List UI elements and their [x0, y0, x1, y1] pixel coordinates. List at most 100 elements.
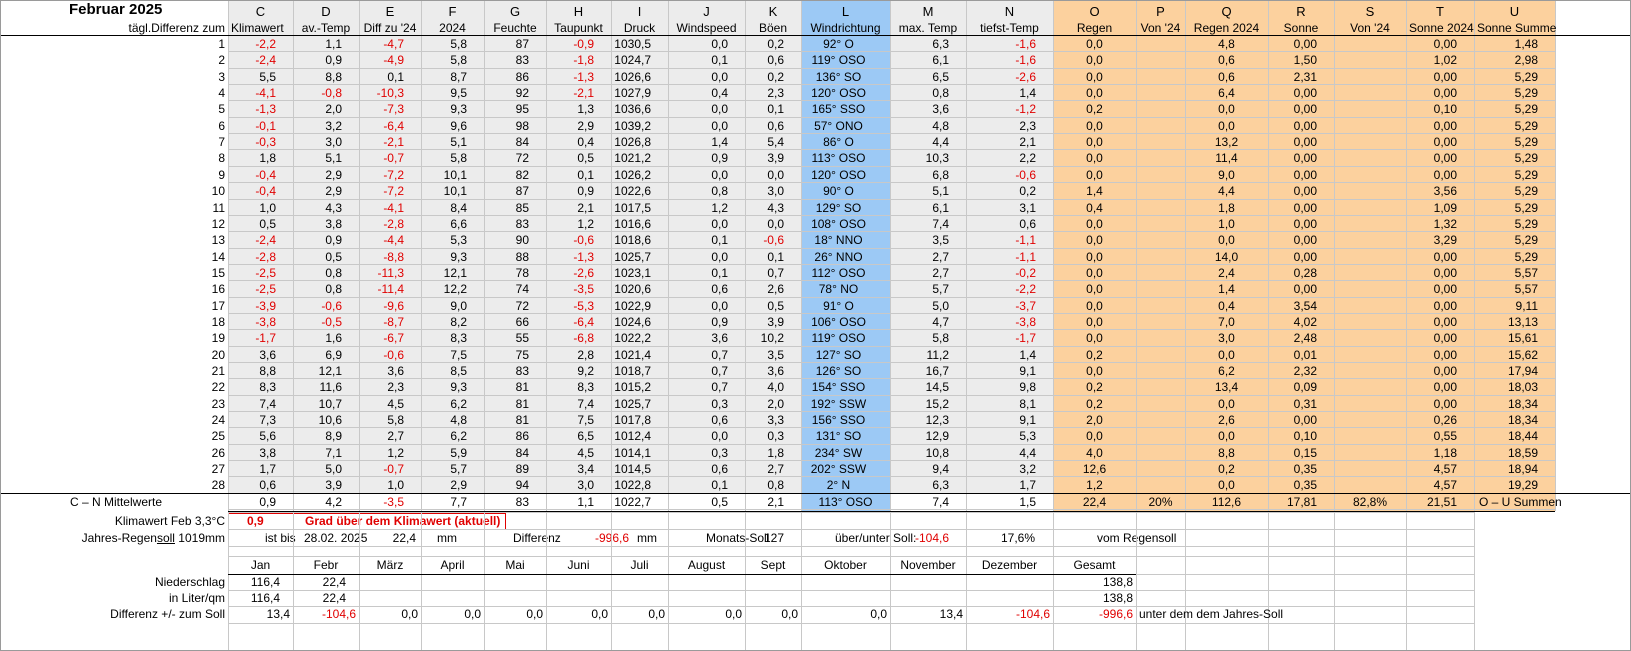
table-cell[interactable]: 3,5 [890, 232, 952, 249]
table-cell[interactable]: -10,3 [359, 85, 407, 102]
table-cell[interactable]: 234° SW [801, 445, 876, 462]
table-cell[interactable]: 0,3 [668, 396, 731, 413]
table-cell[interactable]: 2,3 [745, 85, 787, 102]
table-cell[interactable]: 2,7 [359, 428, 407, 445]
table-cell[interactable]: 1024,6 [611, 314, 654, 331]
table-cell[interactable]: 0,0 [1053, 232, 1136, 249]
table-cell[interactable]: 0,4 [1185, 298, 1268, 315]
table-cell[interactable]: -1,1 [966, 232, 1039, 249]
table-cell[interactable]: 0,00 [1268, 232, 1320, 249]
table-cell[interactable]: 2,98 [1474, 52, 1541, 69]
table-cell[interactable]: 3,0 [745, 183, 787, 200]
table-cell[interactable]: 6,1 [890, 52, 952, 69]
table-cell[interactable]: 8,7 [421, 69, 470, 86]
table-cell[interactable]: 5,1 [890, 183, 952, 200]
table-cell[interactable]: 3,0 [546, 477, 597, 494]
column-letter-L[interactable]: L [801, 3, 890, 20]
table-cell[interactable]: 5,3 [966, 428, 1039, 445]
table-cell[interactable]: 7,3 [228, 412, 279, 429]
vom-regensoll[interactable]: vom Regensoll [1094, 530, 1214, 547]
column-header-10[interactable]: Windrichtung [801, 20, 890, 37]
table-cell[interactable]: 0,5 [293, 249, 345, 266]
table-cell[interactable]: 0,2 [1053, 347, 1136, 364]
table-cell[interactable]: 2,3 [359, 379, 407, 396]
table-cell[interactable]: -1,3 [546, 69, 597, 86]
table-cell[interactable]: 0,0 [1053, 314, 1136, 331]
table-cell[interactable]: 0,28 [1268, 265, 1320, 282]
table-cell[interactable] [1136, 330, 1171, 347]
table-cell[interactable]: 0,7 [668, 379, 731, 396]
table-cell[interactable]: -7,2 [359, 183, 407, 200]
table-cell[interactable]: -2,5 [228, 265, 279, 282]
klima-text[interactable]: Grad über dem Klimawert (aktuell) [302, 513, 562, 530]
table-cell[interactable]: 1026,2 [611, 167, 654, 184]
summary-cell[interactable]: 20% [1136, 494, 1185, 511]
table-cell[interactable]: 4,0 [745, 379, 787, 396]
table-cell[interactable]: 0,6 [1185, 69, 1268, 86]
table-cell[interactable]: 0,6 [966, 216, 1039, 233]
table-cell[interactable]: 1014,1 [611, 445, 654, 462]
day-number[interactable]: 8 [0, 150, 228, 167]
klima-label[interactable]: Klimawert Feb 3,3°C [0, 513, 228, 530]
month-header[interactable]: Oktober [801, 557, 890, 574]
table-cell[interactable]: 90 [484, 232, 532, 249]
table-cell[interactable]: 0,26 [1406, 412, 1460, 429]
table-cell[interactable] [1136, 445, 1171, 462]
table-cell[interactable]: 0,0 [1053, 118, 1136, 135]
table-cell[interactable]: 2,0 [745, 396, 787, 413]
table-cell[interactable]: 1017,5 [611, 200, 654, 217]
day-number[interactable]: 24 [0, 412, 228, 429]
niederschlag-cell[interactable] [421, 574, 474, 591]
klima-value[interactable]: 0,9 [244, 513, 304, 530]
table-cell[interactable]: 78 [484, 265, 532, 282]
table-cell[interactable]: 0,35 [1268, 461, 1320, 478]
sheet-title[interactable]: Februar 2025 [66, 0, 226, 20]
table-cell[interactable]: 0,0 [1053, 281, 1136, 298]
table-cell[interactable]: 0,4 [546, 134, 597, 151]
table-cell[interactable]: 0,0 [1185, 101, 1268, 118]
day-number[interactable]: 13 [0, 232, 228, 249]
table-cell[interactable]: 3,6 [228, 347, 279, 364]
month-header[interactable]: Febr [293, 557, 359, 574]
table-cell[interactable]: 0,00 [1268, 281, 1320, 298]
day-number[interactable]: 6 [0, 118, 228, 135]
table-cell[interactable]: 0,8 [293, 281, 345, 298]
column-header-11[interactable]: max. Temp [890, 20, 966, 37]
day-number[interactable]: 10 [0, 183, 228, 200]
column-header-5[interactable]: Feuchte [484, 20, 546, 37]
table-cell[interactable]: 7,0 [1185, 314, 1268, 331]
table-cell[interactable]: 2,9 [421, 477, 470, 494]
month-header[interactable]: Mai [484, 557, 546, 574]
table-cell[interactable]: 10,8 [890, 445, 952, 462]
table-cell[interactable]: 84 [484, 445, 532, 462]
table-cell[interactable] [1334, 167, 1392, 184]
table-cell[interactable]: 0,00 [1406, 150, 1460, 167]
table-cell[interactable]: 12,1 [293, 363, 345, 380]
table-cell[interactable]: 0,9 [293, 52, 345, 69]
table-cell[interactable] [1136, 232, 1171, 249]
summary-cell[interactable]: -3,5 [359, 494, 407, 511]
table-cell[interactable] [1334, 232, 1392, 249]
table-cell[interactable]: 1022,6 [611, 183, 654, 200]
table-cell[interactable]: 2,0 [293, 101, 345, 118]
table-cell[interactable]: 0,0 [745, 167, 787, 184]
table-cell[interactable]: 9,1 [966, 363, 1039, 380]
day-number[interactable]: 22 [0, 379, 228, 396]
table-cell[interactable]: -7,2 [359, 167, 407, 184]
table-cell[interactable]: 4,02 [1268, 314, 1320, 331]
table-cell[interactable]: 10,7 [293, 396, 345, 413]
table-cell[interactable]: 0,35 [1268, 477, 1320, 494]
column-header-7[interactable]: Druck [611, 20, 668, 37]
table-cell[interactable]: -11,4 [359, 281, 407, 298]
table-cell[interactable]: -1,6 [966, 36, 1039, 53]
table-cell[interactable]: -3,9 [228, 298, 279, 315]
table-cell[interactable]: -2,1 [546, 85, 597, 102]
table-cell[interactable]: 0,00 [1406, 265, 1460, 282]
table-cell[interactable]: 9,4 [890, 461, 952, 478]
column-letter-R[interactable]: R [1268, 3, 1334, 20]
table-cell[interactable]: 0,00 [1406, 347, 1460, 364]
table-cell[interactable]: 86 [484, 428, 532, 445]
liter-cell[interactable] [745, 590, 791, 607]
table-cell[interactable] [1334, 281, 1392, 298]
table-cell[interactable]: 1,2 [1053, 477, 1136, 494]
